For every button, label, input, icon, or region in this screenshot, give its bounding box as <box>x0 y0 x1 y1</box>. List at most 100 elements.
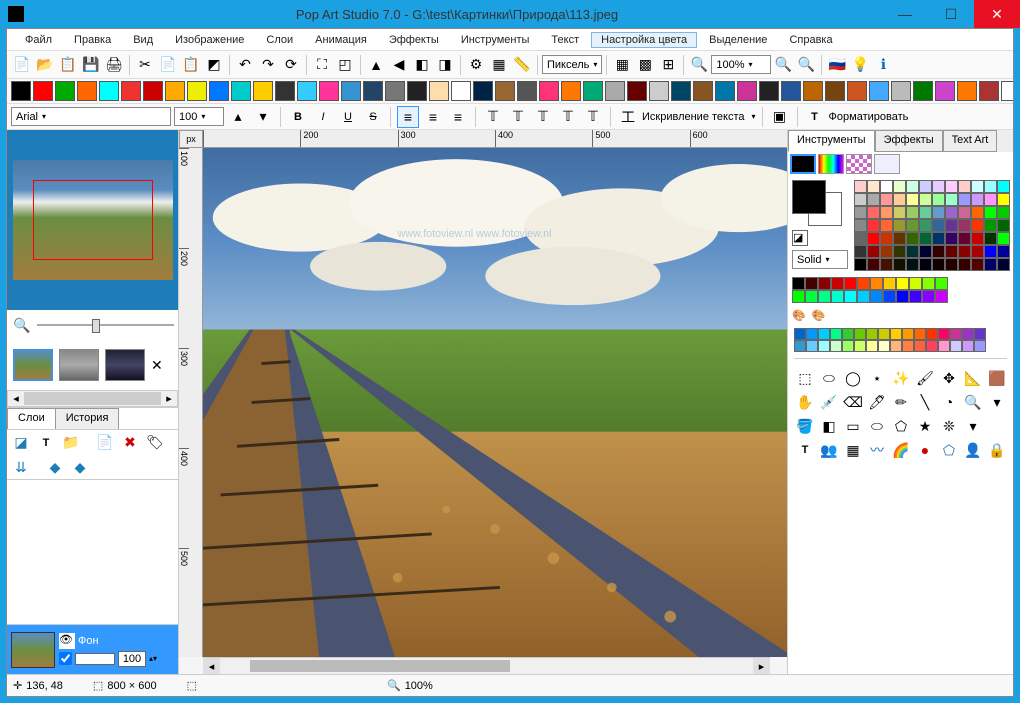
rainbow-tool[interactable]: 🌈 <box>890 439 912 461</box>
menu-текст[interactable]: Текст <box>541 32 589 48</box>
menu-изображение[interactable]: Изображение <box>165 32 254 48</box>
effect-25[interactable] <box>561 81 581 101</box>
format-icon[interactable]: T <box>804 106 826 128</box>
fg-color-swatch[interactable] <box>792 180 826 214</box>
align-left-button[interactable]: ≡ <box>397 106 419 128</box>
effect-0[interactable] <box>11 81 31 101</box>
open-file-button[interactable]: 📂 <box>34 54 56 76</box>
effect-27[interactable] <box>605 81 625 101</box>
save-as-button[interactable]: 💾 <box>80 54 102 76</box>
text-effect-5[interactable]: 𝕋 <box>582 106 604 128</box>
line-tool[interactable]: ╲ <box>914 391 936 413</box>
effect-36[interactable] <box>803 81 823 101</box>
underline-button[interactable]: U <box>337 106 359 128</box>
flip-v-button[interactable]: ◀ <box>388 54 410 76</box>
layer-props-button[interactable]: 🏷 <box>144 432 166 454</box>
effect-26[interactable] <box>583 81 603 101</box>
zoom-tool[interactable]: 🔍 <box>962 391 984 413</box>
layer-opacity-value[interactable]: 100 <box>118 651 146 667</box>
print-button[interactable]: 🖨 <box>103 54 125 76</box>
thumbnail-1[interactable] <box>13 349 53 381</box>
arrow-dd-icon[interactable]: ▾ <box>962 415 984 437</box>
effect-14[interactable] <box>319 81 339 101</box>
layer-lock-checkbox[interactable] <box>59 652 72 665</box>
effect-21[interactable] <box>473 81 493 101</box>
grid2-button[interactable]: ▩ <box>634 54 656 76</box>
red-tool[interactable]: ● <box>914 439 936 461</box>
effect-30[interactable] <box>671 81 691 101</box>
zoom-tool-icon[interactable]: 🔍 <box>11 314 33 336</box>
effect-32[interactable] <box>715 81 735 101</box>
canvas-size-button[interactable]: ◰ <box>334 54 356 76</box>
menu-эффекты[interactable]: Эффекты <box>379 32 449 48</box>
stamp-tool[interactable]: 🟫 <box>986 367 1008 389</box>
tab-layers[interactable]: Слои <box>7 408 56 429</box>
effect-20[interactable] <box>451 81 471 101</box>
tab-textart[interactable]: Text Art <box>943 130 998 152</box>
effect-16[interactable] <box>363 81 383 101</box>
refresh-button[interactable]: ⟳ <box>280 54 302 76</box>
zoom-fit-button[interactable]: 🔍 <box>795 54 817 76</box>
close-thumbnail-button[interactable]: ✕ <box>151 357 163 374</box>
resize-button[interactable]: ⛶ <box>311 54 333 76</box>
effect-19[interactable] <box>429 81 449 101</box>
align-center-button[interactable]: ≡ <box>422 106 444 128</box>
wide-palette[interactable] <box>794 328 1007 352</box>
select-ellipse-tool[interactable]: ⬭ <box>818 367 840 389</box>
layer-add-button[interactable]: 📄 <box>94 432 116 454</box>
select-rect-tool[interactable]: ⬚ <box>794 367 816 389</box>
thumbnails-scrollbar[interactable]: ◂ ▸ <box>7 390 178 407</box>
help-icon-button[interactable]: 💡 <box>849 54 871 76</box>
effect-31[interactable] <box>693 81 713 101</box>
text-effect-3[interactable]: 𝕋 <box>532 106 554 128</box>
text-effect-1[interactable]: 𝕋 <box>482 106 504 128</box>
hand-tool[interactable]: ✋ <box>794 391 816 413</box>
effect-38[interactable] <box>847 81 867 101</box>
align-right-button[interactable]: ≡ <box>447 106 469 128</box>
effect-8[interactable] <box>187 81 207 101</box>
effect-9[interactable] <box>209 81 229 101</box>
flip-h-button[interactable]: ▲ <box>365 54 387 76</box>
navigator-preview[interactable] <box>7 130 178 310</box>
language-button[interactable]: 🇷🇺 <box>826 54 848 76</box>
person-tool[interactable]: 👤 <box>962 439 984 461</box>
copy-button[interactable]: 📄 <box>157 54 179 76</box>
effect-1[interactable] <box>33 81 53 101</box>
effect-12[interactable] <box>275 81 295 101</box>
save-button[interactable]: 📋 <box>57 54 79 76</box>
shape-star-tool[interactable]: ★ <box>914 415 936 437</box>
measure-tool[interactable]: 📐 <box>962 367 984 389</box>
menu-вид[interactable]: Вид <box>123 32 163 48</box>
layer-item[interactable]: 👁 Фон 100 ▴▾ <box>7 624 178 674</box>
ruler-button[interactable]: 📏 <box>511 54 533 76</box>
fill-pattern[interactable] <box>846 154 872 174</box>
effect-23[interactable] <box>517 81 537 101</box>
layer-up-button[interactable]: ◆ <box>44 456 66 478</box>
thumbnail-2[interactable] <box>59 349 99 381</box>
text-effect-2[interactable]: 𝕋 <box>507 106 529 128</box>
strike-button[interactable]: S <box>362 106 384 128</box>
cut-button[interactable]: ✂ <box>134 54 156 76</box>
shape-custom-tool[interactable]: ❊ <box>938 415 960 437</box>
font-combo[interactable]: Arial▾ <box>11 107 171 126</box>
effect-2[interactable] <box>55 81 75 101</box>
effect-6[interactable] <box>143 81 163 101</box>
guides-button[interactable]: ⊞ <box>657 54 679 76</box>
shape-ellipse-tool[interactable]: ⬭ <box>866 415 888 437</box>
layer-visibility-icon[interactable]: 👁 <box>59 633 75 649</box>
about-button[interactable]: ℹ <box>872 54 894 76</box>
palette-icon-2[interactable]: 🎨 <box>812 309 826 322</box>
effect-45[interactable] <box>1001 81 1013 101</box>
layer-image-icon[interactable]: ◪ <box>10 432 32 454</box>
close-button[interactable]: ✕ <box>974 0 1020 28</box>
effect-15[interactable] <box>341 81 361 101</box>
fill-solid[interactable] <box>790 154 816 174</box>
layer-down-button[interactable]: ◆ <box>69 456 91 478</box>
layer-opacity-slider[interactable] <box>75 653 115 665</box>
fill-texture[interactable] <box>874 154 900 174</box>
rotate-button[interactable]: ◧ <box>411 54 433 76</box>
fg-bg-swatches[interactable] <box>792 180 842 226</box>
tab-effects[interactable]: Эффекты <box>875 130 943 152</box>
grid-button[interactable]: ▦ <box>488 54 510 76</box>
effect-42[interactable] <box>935 81 955 101</box>
